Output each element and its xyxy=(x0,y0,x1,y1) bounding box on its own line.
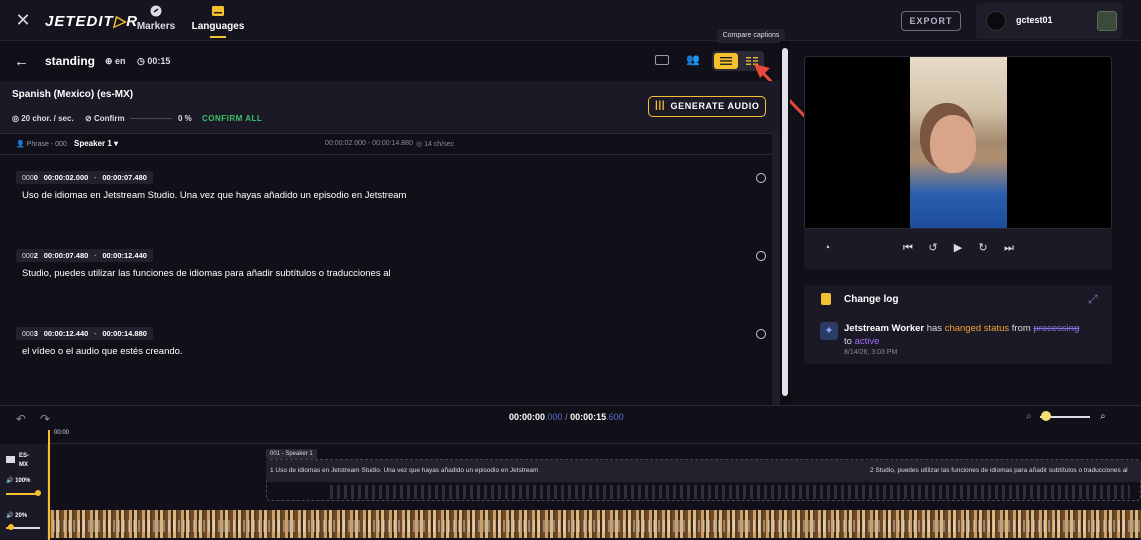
zoom-in-icon[interactable]: ⌕ xyxy=(1100,411,1106,422)
segment-row[interactable]: 0002 00:00:07.480 - 00:00:12.440 Studio,… xyxy=(16,249,766,289)
speed-icon[interactable]: ◔ xyxy=(820,241,834,255)
app-logo: JETEDIT▷R xyxy=(45,13,139,30)
video-volume-handle[interactable] xyxy=(8,524,14,530)
tab-markers[interactable]: Markers xyxy=(136,4,176,40)
redo-icon[interactable]: ↷ xyxy=(40,412,50,426)
confirm-checkbox[interactable] xyxy=(756,329,766,339)
phrase-rate: ◎ 14 ch/sec xyxy=(416,141,455,148)
audio-wave-icon: ||| xyxy=(655,100,666,111)
generate-audio-button[interactable]: ||| GENERATE AUDIO xyxy=(648,96,766,117)
list-icon xyxy=(720,57,732,65)
confirm-checkbox[interactable] xyxy=(756,251,766,261)
speaker-name: Speaker 1 xyxy=(74,139,112,148)
source-language: ⊕ en xyxy=(105,56,126,66)
close-icon[interactable]: ✕ xyxy=(14,11,32,29)
timecode-display: 00:00:00.000 / 00:00:15.600 xyxy=(509,412,624,422)
source-language-code: en xyxy=(115,56,126,66)
compare-captions-tooltip: Compare captions xyxy=(717,29,785,43)
target-language: Spanish (Mexico) (es-MX) xyxy=(12,89,134,100)
username: gctest01 xyxy=(1016,15,1053,25)
worker-avatar: ✦ xyxy=(820,322,838,340)
audio-waveform xyxy=(330,485,1130,499)
video-waveform xyxy=(48,520,1141,532)
play-icon[interactable]: ▶ xyxy=(951,241,965,255)
marker-icon xyxy=(150,5,162,17)
change-log-entry: Jetstream Worker has changed status from… xyxy=(844,323,1080,347)
track-volume-handle[interactable] xyxy=(35,490,41,496)
confirm-label: Confirm xyxy=(93,114,125,123)
ruler-label: 00:00 xyxy=(54,430,70,436)
phrase-label-text: Phrase - 000 xyxy=(26,141,67,148)
speaker-block-label: 001 - Speaker 1 xyxy=(266,449,317,459)
video-volume-value: 20% xyxy=(15,513,28,519)
tab-languages-label: Languages xyxy=(191,21,245,32)
page-title: standing xyxy=(45,54,95,68)
panel-scrollbar-thumb[interactable] xyxy=(782,48,788,396)
episode-duration: ◷ 00:15 xyxy=(137,56,171,66)
video-subject xyxy=(930,115,976,173)
subtitle-clip[interactable]: 2 Studio, puedes utilizar las funciones … xyxy=(866,460,1141,482)
clipboard-icon xyxy=(821,293,831,305)
subtitle-icon xyxy=(6,456,15,463)
forward-icon[interactable]: ↻ xyxy=(976,241,990,255)
segment-row[interactable]: 0000 00:00:02.000 - 00:00:07.480 Uso de … xyxy=(16,171,766,211)
rewind-icon[interactable]: ↺ xyxy=(926,241,940,255)
generate-audio-label: GENERATE AUDIO xyxy=(670,101,760,111)
segment-timecode[interactable]: 0000 00:00:02.000 - 00:00:07.480 xyxy=(16,171,153,184)
change-log-date: 8/14/26, 3:03 PM xyxy=(844,349,898,356)
segment-text[interactable]: el vídeo o el audio que estés creando. xyxy=(22,346,183,357)
segment-row[interactable]: 0003 00:00:12.440 - 00:00:14.880 el víde… xyxy=(16,327,766,367)
speakers-icon[interactable]: 👥 xyxy=(686,54,700,66)
speaker-select[interactable]: Speaker 1 ▾ xyxy=(74,139,118,148)
confirm-status: ⊘ Confirm xyxy=(85,114,125,123)
track-volume-value: 100% xyxy=(15,478,31,484)
single-view-button[interactable] xyxy=(714,53,738,69)
keyboard-icon[interactable] xyxy=(655,55,669,65)
avatar xyxy=(986,11,1006,31)
phrase-time-range: 00:00:02.000 - 00:00:14.880 xyxy=(325,140,413,147)
tab-markers-label: Markers xyxy=(136,21,176,32)
skip-forward-icon[interactable]: ⏭ xyxy=(1002,241,1016,255)
chars-per-sec: ◎ 20 chor. / sec. xyxy=(12,114,74,123)
playhead[interactable] xyxy=(48,430,50,540)
confirm-checkbox[interactable] xyxy=(756,173,766,183)
segment-timecode[interactable]: 0003 00:00:12.440 - 00:00:14.880 xyxy=(16,327,153,340)
phrase-rate-value: 14 ch/sec xyxy=(424,141,455,148)
back-button[interactable]: ← xyxy=(14,53,29,70)
duration-value: 00:15 xyxy=(147,56,171,66)
zoom-out-icon[interactable]: ⌕ xyxy=(1026,411,1032,422)
track-language: ES- MX xyxy=(19,453,30,468)
export-button[interactable]: EXPORT xyxy=(901,11,961,31)
segment-timecode[interactable]: 0002 00:00:07.480 - 00:00:12.440 xyxy=(16,249,153,262)
video-volume: 🔊 20% xyxy=(6,513,28,519)
languages-icon xyxy=(212,6,224,16)
time-ruler[interactable] xyxy=(48,428,1141,444)
subtitle-clip[interactable]: 1 Uso de idiomas en Jetstream Studio. Un… xyxy=(266,460,866,482)
expand-icon[interactable]: ⤢ xyxy=(1088,292,1098,307)
confirm-all-button[interactable]: CONFIRM ALL xyxy=(202,114,262,123)
tab-languages[interactable]: Languages xyxy=(190,4,246,40)
confirm-progress-bar xyxy=(130,118,172,119)
user-avatar[interactable] xyxy=(1097,11,1117,31)
segments-scrollbar[interactable] xyxy=(772,133,780,405)
segment-text[interactable]: Uso de idiomas en Jetstream Studio. Una … xyxy=(22,190,406,201)
track-volume: 🔊 100% xyxy=(6,478,31,484)
chars-per-sec-value: 20 chor. / sec. xyxy=(21,114,74,123)
undo-icon[interactable]: ↶ xyxy=(16,412,26,426)
zoom-slider-handle[interactable] xyxy=(1041,411,1051,421)
confirm-progress-percent: 0 % xyxy=(178,114,192,123)
skip-back-icon[interactable]: ⏮ xyxy=(901,241,915,255)
segment-text[interactable]: Studio, puedes utilizar las funciones de… xyxy=(22,268,391,279)
change-log-title: Change log xyxy=(844,294,899,305)
phrase-label: 👤 Phrase - 000 xyxy=(16,141,67,148)
